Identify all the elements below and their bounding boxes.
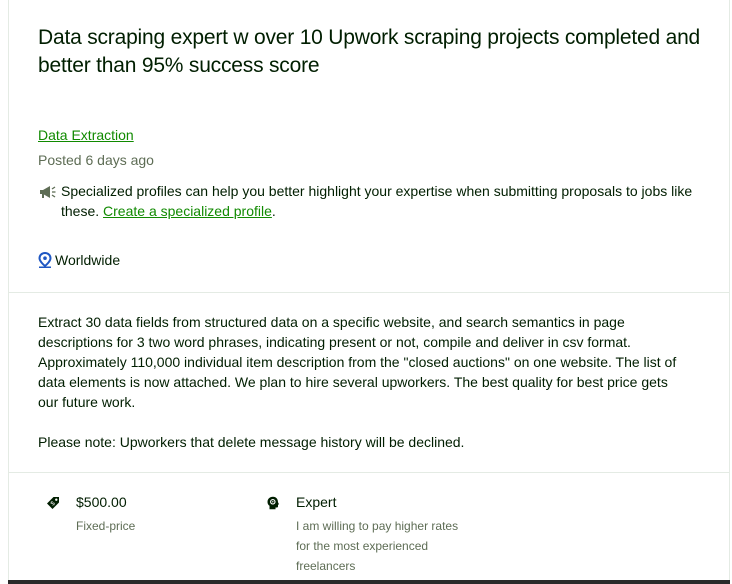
posted-date: Posted 6 days ago [38,152,154,168]
expert-level-icon [267,496,279,510]
job-description: Extract 30 data fields from structured d… [38,312,690,452]
location-label: Worldwide [55,252,121,268]
experience-level-note: I am willing to pay higher rates for the… [296,519,459,573]
job-category-link[interactable]: Data Extraction [38,127,134,143]
window-bottom-edge [8,580,730,584]
price-fact: $ $500.00 Fixed-price [46,494,246,534]
price-value: $500.00 [76,494,127,510]
job-location: Worldwide [38,252,120,268]
megaphone-icon [40,186,56,198]
notice-end: . [271,203,276,219]
description-paragraph: Extract 30 data fields from structured d… [38,314,677,410]
section-divider [9,472,729,473]
job-details-card: Data scraping expert w over 10 Upwork sc… [8,0,730,584]
description-note: Please note: Upworkers that delete messa… [38,434,465,450]
job-title: Data scraping expert w over 10 Upwork sc… [38,26,701,77]
create-specialized-profile-link[interactable]: Create a specialized profile [103,203,272,219]
experience-level-value: Expert [296,494,337,510]
price-tag-icon: $ [47,497,59,509]
experience-level-fact: Expert I am willing to pay higher rates … [266,494,466,574]
section-divider [9,292,729,293]
location-pin-icon [38,252,52,268]
price-type: Fixed-price [76,519,136,533]
specialized-profile-notice: Specialized profiles can help you better… [38,181,708,221]
